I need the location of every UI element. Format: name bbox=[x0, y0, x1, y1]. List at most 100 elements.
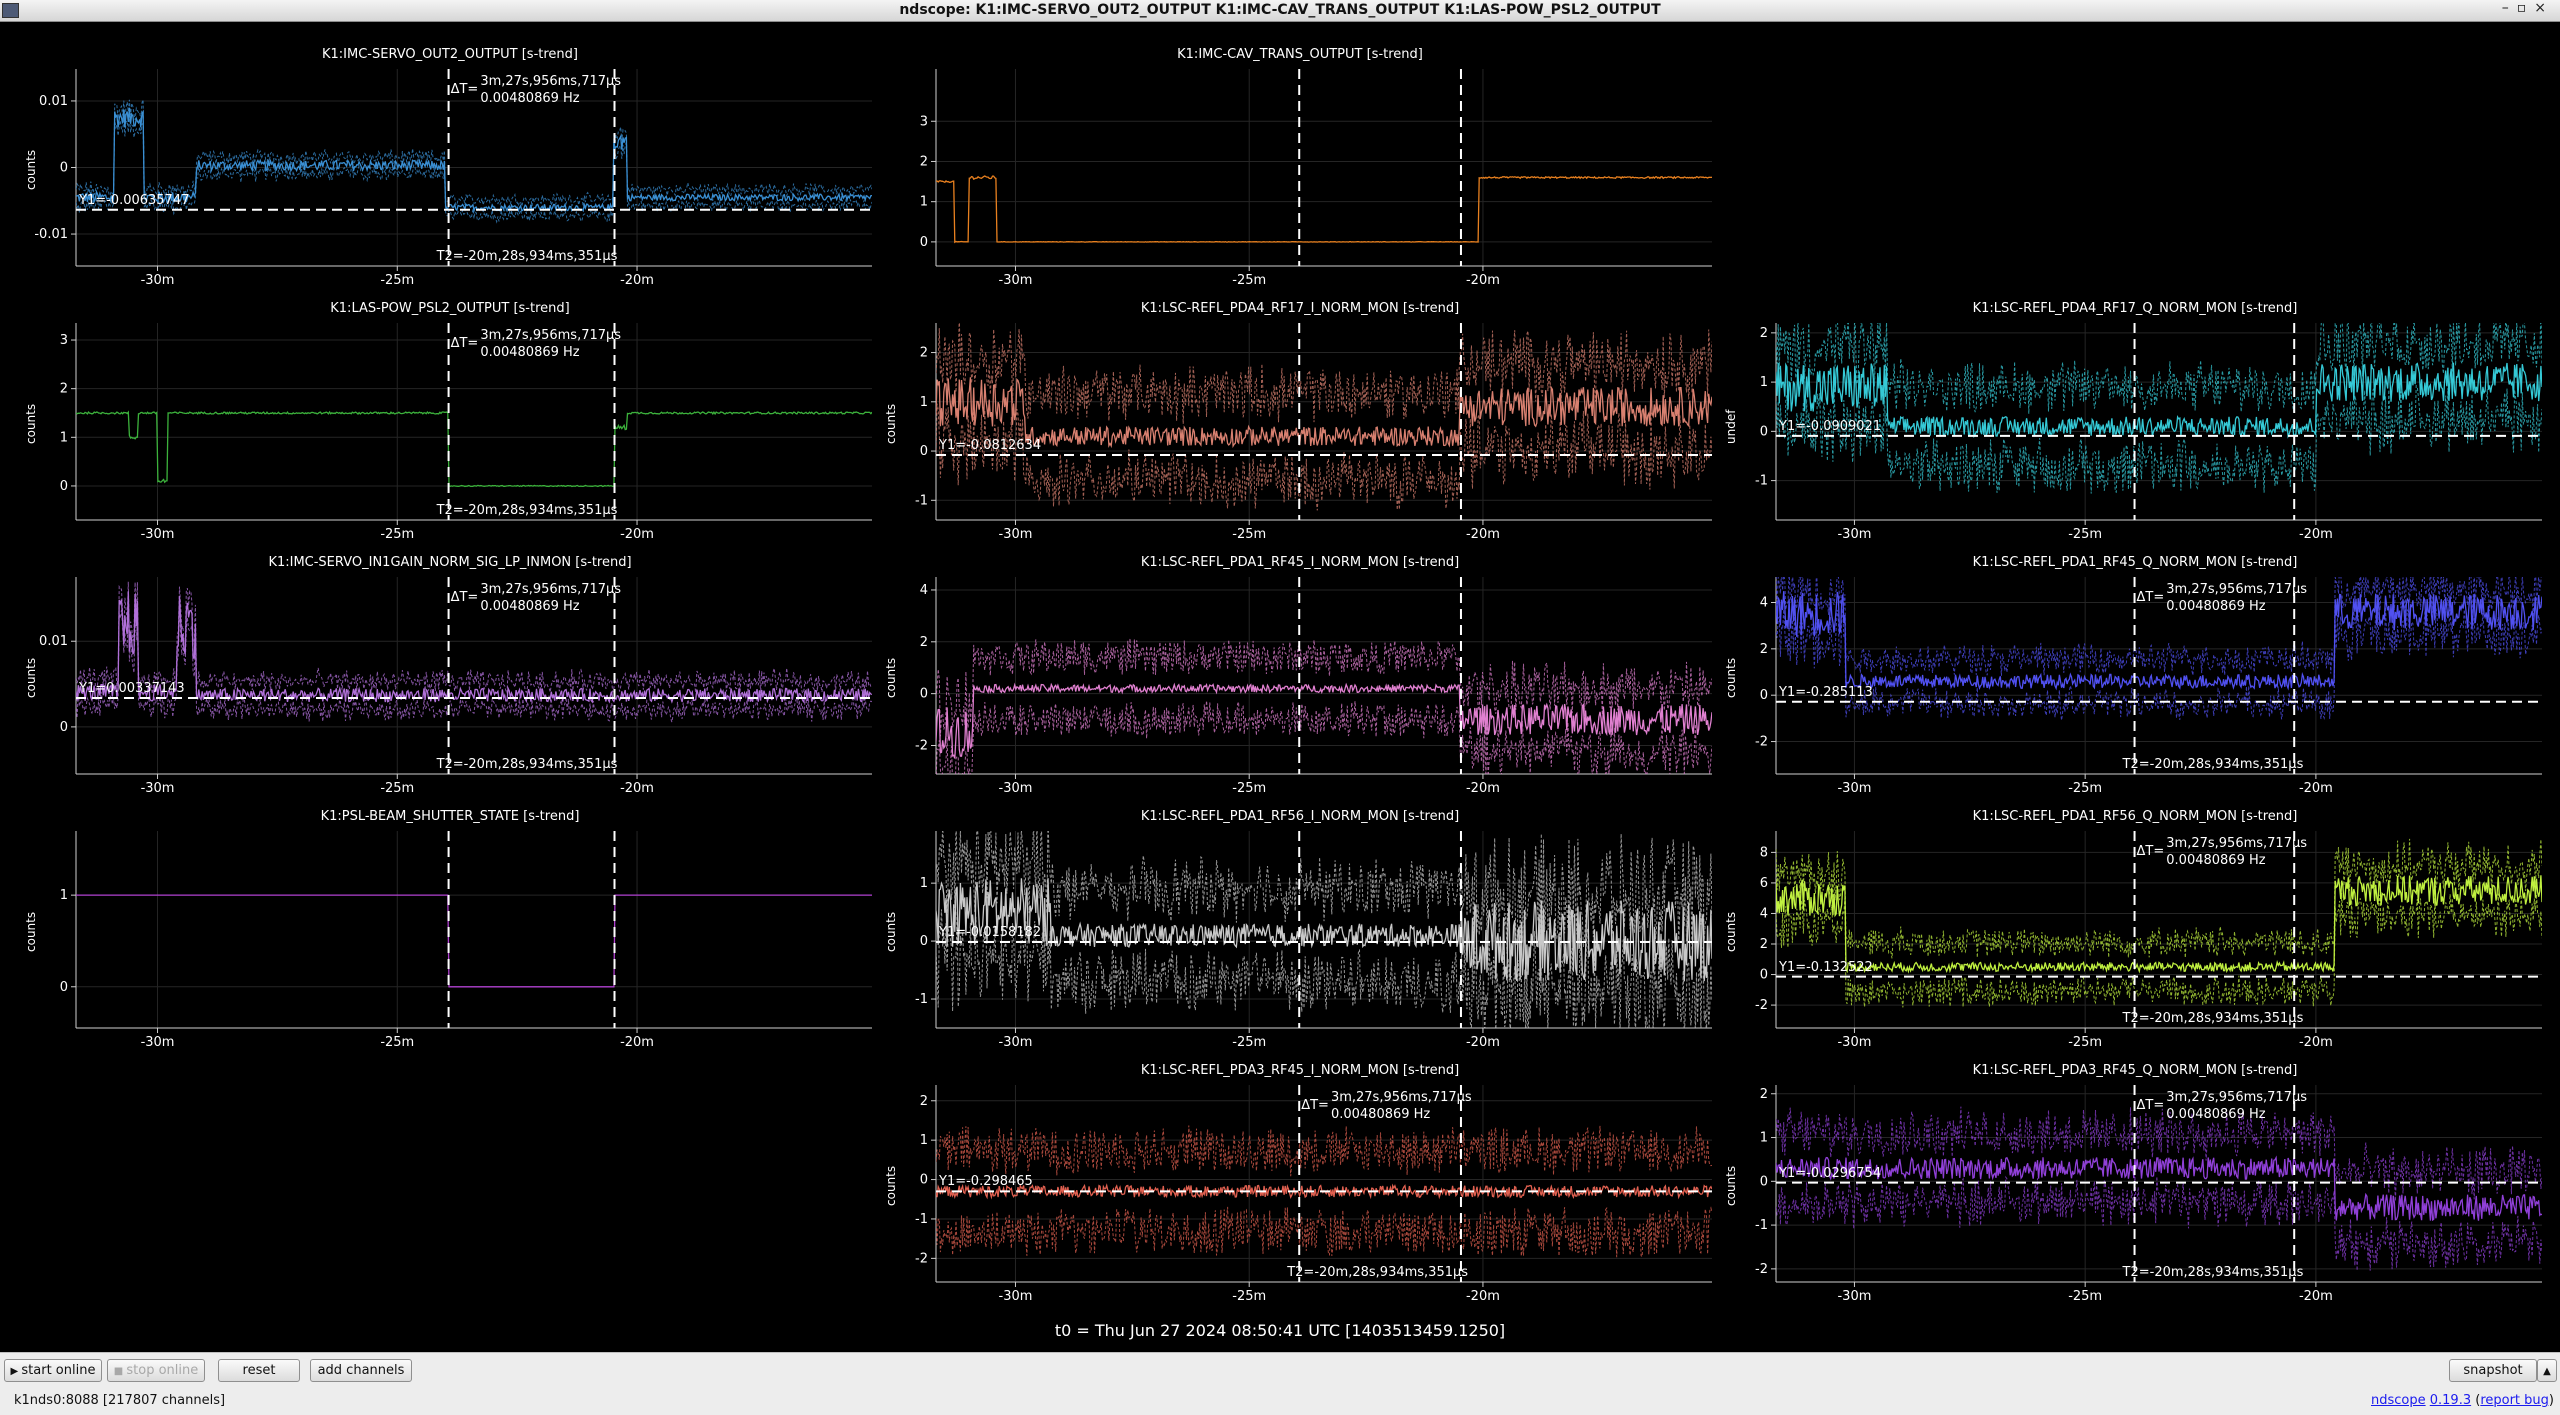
trace-mean bbox=[936, 682, 1712, 759]
trace-min bbox=[1776, 384, 2542, 494]
delta-t-value: 3m,27s,956ms,717μs bbox=[2166, 1090, 2308, 1105]
x-tick-label: -20m bbox=[620, 1035, 654, 1050]
y-tick-label: -1 bbox=[1755, 1218, 1768, 1233]
y-tick-label: 0.01 bbox=[39, 94, 68, 109]
y-tick-label: 0 bbox=[60, 161, 68, 176]
delta-t-readout: ΔT= 3m,27s,956ms,717μs 0.00480869 Hz bbox=[2137, 1089, 2308, 1123]
plot-imc-servo-in1gain[interactable]: K1:IMC-SERVO_IN1GAIN_NORM_SIG_LP_INMON [… bbox=[20, 555, 880, 810]
trace-min bbox=[1776, 892, 2542, 1008]
reset-button[interactable]: reset bbox=[218, 1359, 300, 1382]
y-tick-label: 1 bbox=[60, 888, 68, 903]
trace-mean bbox=[936, 878, 1712, 982]
x-tick-label: -25m bbox=[1232, 527, 1266, 542]
t2-readout: T2=-20m,28s,934ms,351μs bbox=[1287, 1265, 1469, 1280]
y-tick-label: 2 bbox=[1760, 642, 1768, 657]
stop-icon: ■ bbox=[113, 1366, 127, 1377]
plot-imc-servo-out2[interactable]: K1:IMC-SERVO_OUT2_OUTPUT [s-trend] counts… bbox=[20, 47, 880, 302]
trace-min bbox=[1776, 1175, 2542, 1271]
y-tick-label: 2 bbox=[920, 635, 928, 650]
plot-refl-pda1-rf45-q[interactable]: K1:LSC-REFL_PDA1_RF45_Q_NORM_MON [s-tren… bbox=[1720, 555, 2550, 810]
close-paren: ) bbox=[2548, 1393, 2554, 1408]
y-tick-label: 0 bbox=[1760, 968, 1768, 983]
y-tick-label: 2 bbox=[60, 382, 68, 397]
frequency-value: 0.00480869 Hz bbox=[480, 91, 580, 106]
snapshot-menu-button[interactable]: ▲ bbox=[2537, 1359, 2557, 1382]
delta-t-values: 3m,27s,956ms,717μs 0.00480869 Hz bbox=[2166, 581, 2307, 615]
snapshot-button[interactable]: snapshot bbox=[2449, 1359, 2537, 1382]
trace-min bbox=[936, 700, 1712, 774]
y-tick-label: 0 bbox=[920, 235, 928, 250]
plot-refl-pda1-rf56-q[interactable]: K1:LSC-REFL_PDA1_RF56_Q_NORM_MON [s-tren… bbox=[1720, 809, 2550, 1064]
trace-group bbox=[936, 323, 1712, 511]
delta-t-values: 3m,27s,956ms,717μs 0.00480869 Hz bbox=[2166, 1089, 2307, 1123]
trace-group bbox=[76, 410, 872, 488]
y1-readout: Y1=-0.0909021 bbox=[1779, 418, 1882, 434]
trace-group bbox=[1776, 323, 2542, 494]
version-link[interactable]: 0.19.3 bbox=[2430, 1393, 2471, 1408]
x-tick-label: -30m bbox=[1837, 1035, 1871, 1050]
t2-readout: T2=-20m,28s,934ms,351μs bbox=[2122, 757, 2304, 772]
start-online-button[interactable]: ▶ start online bbox=[4, 1359, 102, 1382]
plot-grid: K1:IMC-SERVO_OUT2_OUTPUT [s-trend] counts… bbox=[0, 22, 2560, 1352]
delta-t-value: 3m,27s,956ms,717μs bbox=[2166, 582, 2308, 597]
y-tick-label: 0 bbox=[920, 687, 928, 702]
delta-t-prefix: ΔT= bbox=[2136, 844, 2165, 859]
x-tick-label: -30m bbox=[141, 1035, 175, 1050]
plot-psl-beam-shutter[interactable]: K1:PSL-BEAM_SHUTTER_STATE [s-trend] count… bbox=[20, 809, 880, 1064]
plot-refl-pda3-rf45-i[interactable]: K1:LSC-REFL_PDA3_RF45_I_NORM_MON [s-tren… bbox=[880, 1063, 1720, 1318]
x-tick-label: -25m bbox=[1232, 1289, 1266, 1304]
delta-t-value: 3m,27s,956ms,717μs bbox=[480, 74, 622, 89]
ndscope-link[interactable]: ndscope bbox=[2371, 1393, 2426, 1408]
y-tick-label: 2 bbox=[1760, 937, 1768, 952]
x-tick-label: -25m bbox=[1232, 1035, 1266, 1050]
window-titlebar: ndscope: K1:IMC-SERVO_OUT2_OUTPUT K1:IMC… bbox=[0, 0, 2560, 22]
delta-t-values: 3m,27s,956ms,717μs 0.00480869 Hz bbox=[2166, 835, 2307, 869]
plot-refl-pda1-rf56-i[interactable]: K1:LSC-REFL_PDA1_RF56_I_NORM_MON [s-tren… bbox=[880, 809, 1720, 1064]
y-tick-label: -1 bbox=[1755, 474, 1768, 489]
trace-group bbox=[76, 99, 872, 224]
trace-group bbox=[1776, 1106, 2542, 1271]
frequency-value: 0.00480869 Hz bbox=[2166, 853, 2266, 868]
y-tick-label: 4 bbox=[1760, 595, 1768, 610]
x-tick-label: -30m bbox=[999, 781, 1033, 796]
y-tick-label: 1 bbox=[920, 1133, 928, 1148]
add-channels-button[interactable]: add channels bbox=[310, 1359, 412, 1382]
y1-readout: Y1=-0.0296754 bbox=[1779, 1165, 1882, 1181]
report-bug-link[interactable]: report bug bbox=[2480, 1393, 2549, 1408]
trace-min bbox=[936, 1206, 1712, 1258]
plot-refl-pda4-rf17-i[interactable]: K1:LSC-REFL_PDA4_RF17_I_NORM_MON [s-tren… bbox=[880, 301, 1720, 556]
plot-refl-pda4-rf17-q[interactable]: K1:LSC-REFL_PDA4_RF17_Q_NORM_MON [s-tren… bbox=[1720, 301, 2550, 556]
plot-las-pow-psl2[interactable]: K1:LAS-POW_PSL2_OUTPUT [s-trend] counts -3… bbox=[20, 301, 880, 556]
trace-mean bbox=[76, 107, 872, 214]
x-tick-label: -25m bbox=[380, 781, 414, 796]
y1-readout: Y1=-0.0158182 bbox=[939, 925, 1042, 940]
t2-readout: T2=-20m,28s,934ms,351μs bbox=[2122, 1011, 2304, 1026]
plot-refl-pda3-rf45-q[interactable]: K1:LSC-REFL_PDA3_RF45_Q_NORM_MON [s-tren… bbox=[1720, 1063, 2550, 1318]
x-tick-label: -25m bbox=[1232, 781, 1266, 796]
y-tick-label: 4 bbox=[920, 583, 928, 598]
y-tick-label: 0 bbox=[920, 934, 928, 949]
x-tick-label: -25m bbox=[380, 527, 414, 542]
x-tick-label: -20m bbox=[2299, 1289, 2333, 1304]
x-tick-label: -30m bbox=[999, 1035, 1033, 1050]
x-tick-label: -30m bbox=[999, 1289, 1033, 1304]
window-controls-icon[interactable]: –▫× bbox=[2502, 0, 2554, 16]
x-tick-label: -30m bbox=[141, 781, 175, 796]
plot-refl-pda1-rf45-i[interactable]: K1:LSC-REFL_PDA1_RF45_I_NORM_MON [s-tren… bbox=[880, 555, 1720, 810]
plot-imc-cav-trans[interactable]: K1:IMC-CAV_TRANS_OUTPUT [s-trend] -30m -25… bbox=[880, 47, 1720, 302]
start-online-label: start online bbox=[21, 1363, 96, 1378]
y1-readout: Y1=-0.0812634 bbox=[939, 438, 1042, 454]
y-tick-label: -2 bbox=[1755, 1262, 1768, 1277]
x-tick-label: -25m bbox=[380, 1035, 414, 1050]
trace-mean bbox=[76, 410, 872, 488]
y-tick-label: -2 bbox=[1755, 998, 1768, 1013]
x-tick-label: -20m bbox=[620, 781, 654, 796]
x-tick-label: -30m bbox=[999, 273, 1033, 288]
frequency-value: 0.00480869 Hz bbox=[480, 599, 580, 614]
y-tick-label: 1 bbox=[920, 876, 928, 891]
y-tick-label: 0 bbox=[1760, 688, 1768, 703]
y-tick-label: 1 bbox=[920, 195, 928, 210]
y-tick-label: 2 bbox=[920, 346, 928, 361]
delta-t-readout: ΔT= 3m,27s,956ms,717μs 0.00480869 Hz bbox=[2137, 835, 2308, 869]
delta-t-prefix: ΔT= bbox=[2136, 1098, 2165, 1113]
